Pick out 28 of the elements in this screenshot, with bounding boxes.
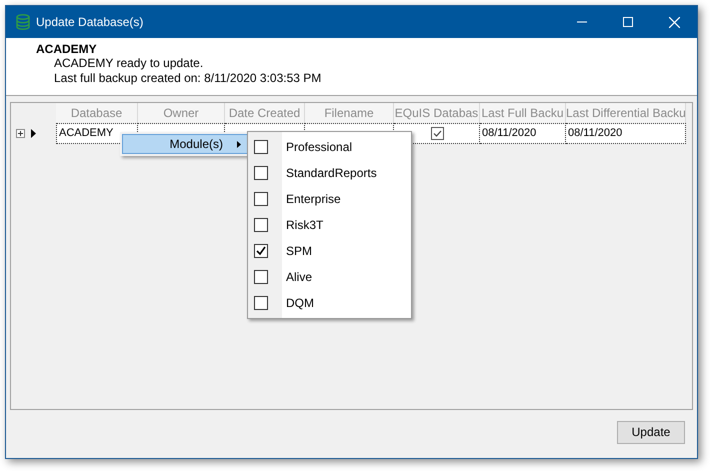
menu-item[interactable]: Alive	[286, 270, 312, 284]
checkbox[interactable]	[431, 127, 444, 140]
checkbox[interactable]	[254, 218, 268, 232]
database-icon	[16, 14, 30, 30]
expand-icon[interactable]	[16, 129, 25, 138]
checkbox[interactable]	[254, 192, 268, 206]
checkbox[interactable]	[254, 140, 268, 154]
menu-item[interactable]: Risk3T	[286, 218, 324, 232]
status-text: ACADEMY ready to update.	[54, 56, 204, 70]
close-icon[interactable]	[668, 16, 680, 28]
menu-item[interactable]: SPM	[286, 244, 312, 258]
table-cell: 08/11/2020	[566, 123, 686, 144]
status-text: Last full backup created on: 8/11/2020 3:03:53 PM	[54, 71, 322, 85]
database-heading: ACADEMY	[36, 42, 97, 56]
window-title: Update Database(s)	[36, 15, 144, 29]
checkbox[interactable]	[254, 270, 268, 284]
table-cell: 08/11/2020	[480, 123, 566, 144]
checkbox[interactable]	[254, 166, 268, 180]
menu-item[interactable]: Module(s)	[122, 134, 248, 154]
menu-item[interactable]: DQM	[286, 296, 314, 310]
checkbox[interactable]	[254, 244, 268, 258]
checkbox[interactable]	[254, 296, 268, 310]
maximize-icon[interactable]	[623, 17, 633, 27]
menu-item[interactable]: Enterprise	[286, 192, 341, 206]
menu-item[interactable]: Professional	[286, 140, 352, 154]
update-button[interactable]: Update	[617, 420, 685, 444]
menu-item[interactable]: StandardReports	[286, 166, 377, 180]
submenu-arrow-icon	[237, 140, 241, 148]
